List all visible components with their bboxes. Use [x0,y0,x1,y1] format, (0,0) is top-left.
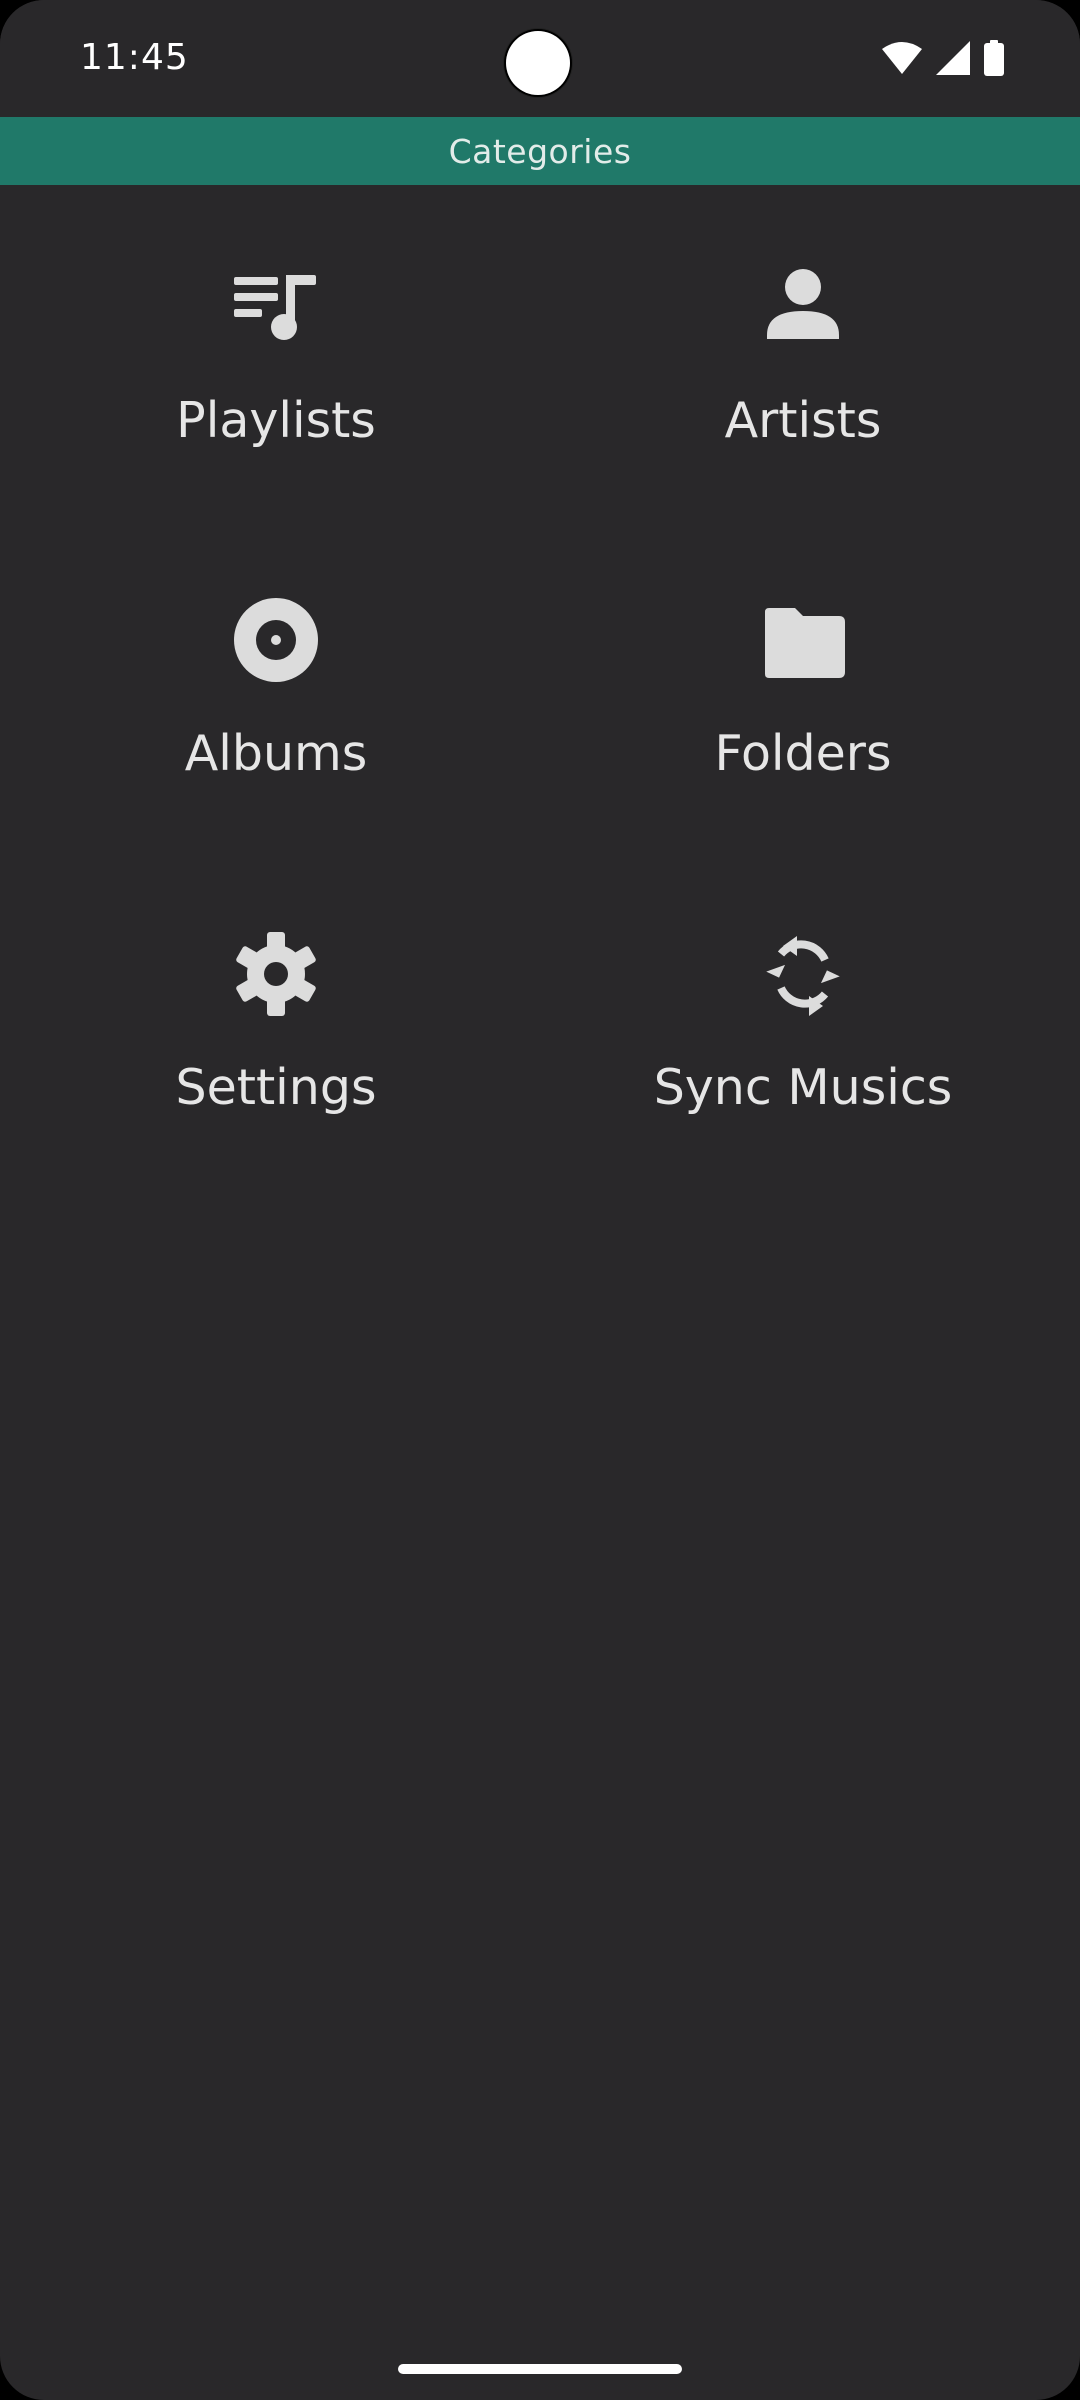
battery-icon [984,40,1004,76]
wifi-icon [882,41,922,75]
category-label: Albums [184,725,368,782]
gear-icon [234,932,318,1016]
category-artists[interactable]: Artists [563,185,1043,449]
category-playlists[interactable]: Playlists [36,185,516,449]
sync-icon [761,932,845,1016]
album-disc-icon [234,598,318,682]
category-label: Folders [714,725,892,782]
playlist-music-icon [234,265,318,349]
folder-icon [761,598,845,682]
status-bar: 11:45 [0,0,1080,117]
app-screen: 11:45 Categories Playlists Artists Album… [0,0,1080,2400]
top-app-bar: Categories [0,117,1080,185]
cellular-signal-icon [936,41,970,75]
category-label: Artists [724,392,882,449]
category-label: Sync Musics [653,1059,953,1116]
page-title: Categories [448,131,632,171]
category-label: Playlists [176,392,376,449]
person-icon [761,265,845,349]
status-time: 11:45 [80,37,189,78]
category-label: Settings [175,1059,377,1116]
category-albums[interactable]: Albums [36,518,516,782]
status-icons [882,38,1004,78]
gesture-navigation-handle[interactable] [398,2364,682,2374]
category-sync-musics[interactable]: Sync Musics [563,852,1043,1116]
category-folders[interactable]: Folders [563,518,1043,782]
camera-cutout [506,31,570,95]
category-settings[interactable]: Settings [36,852,516,1116]
